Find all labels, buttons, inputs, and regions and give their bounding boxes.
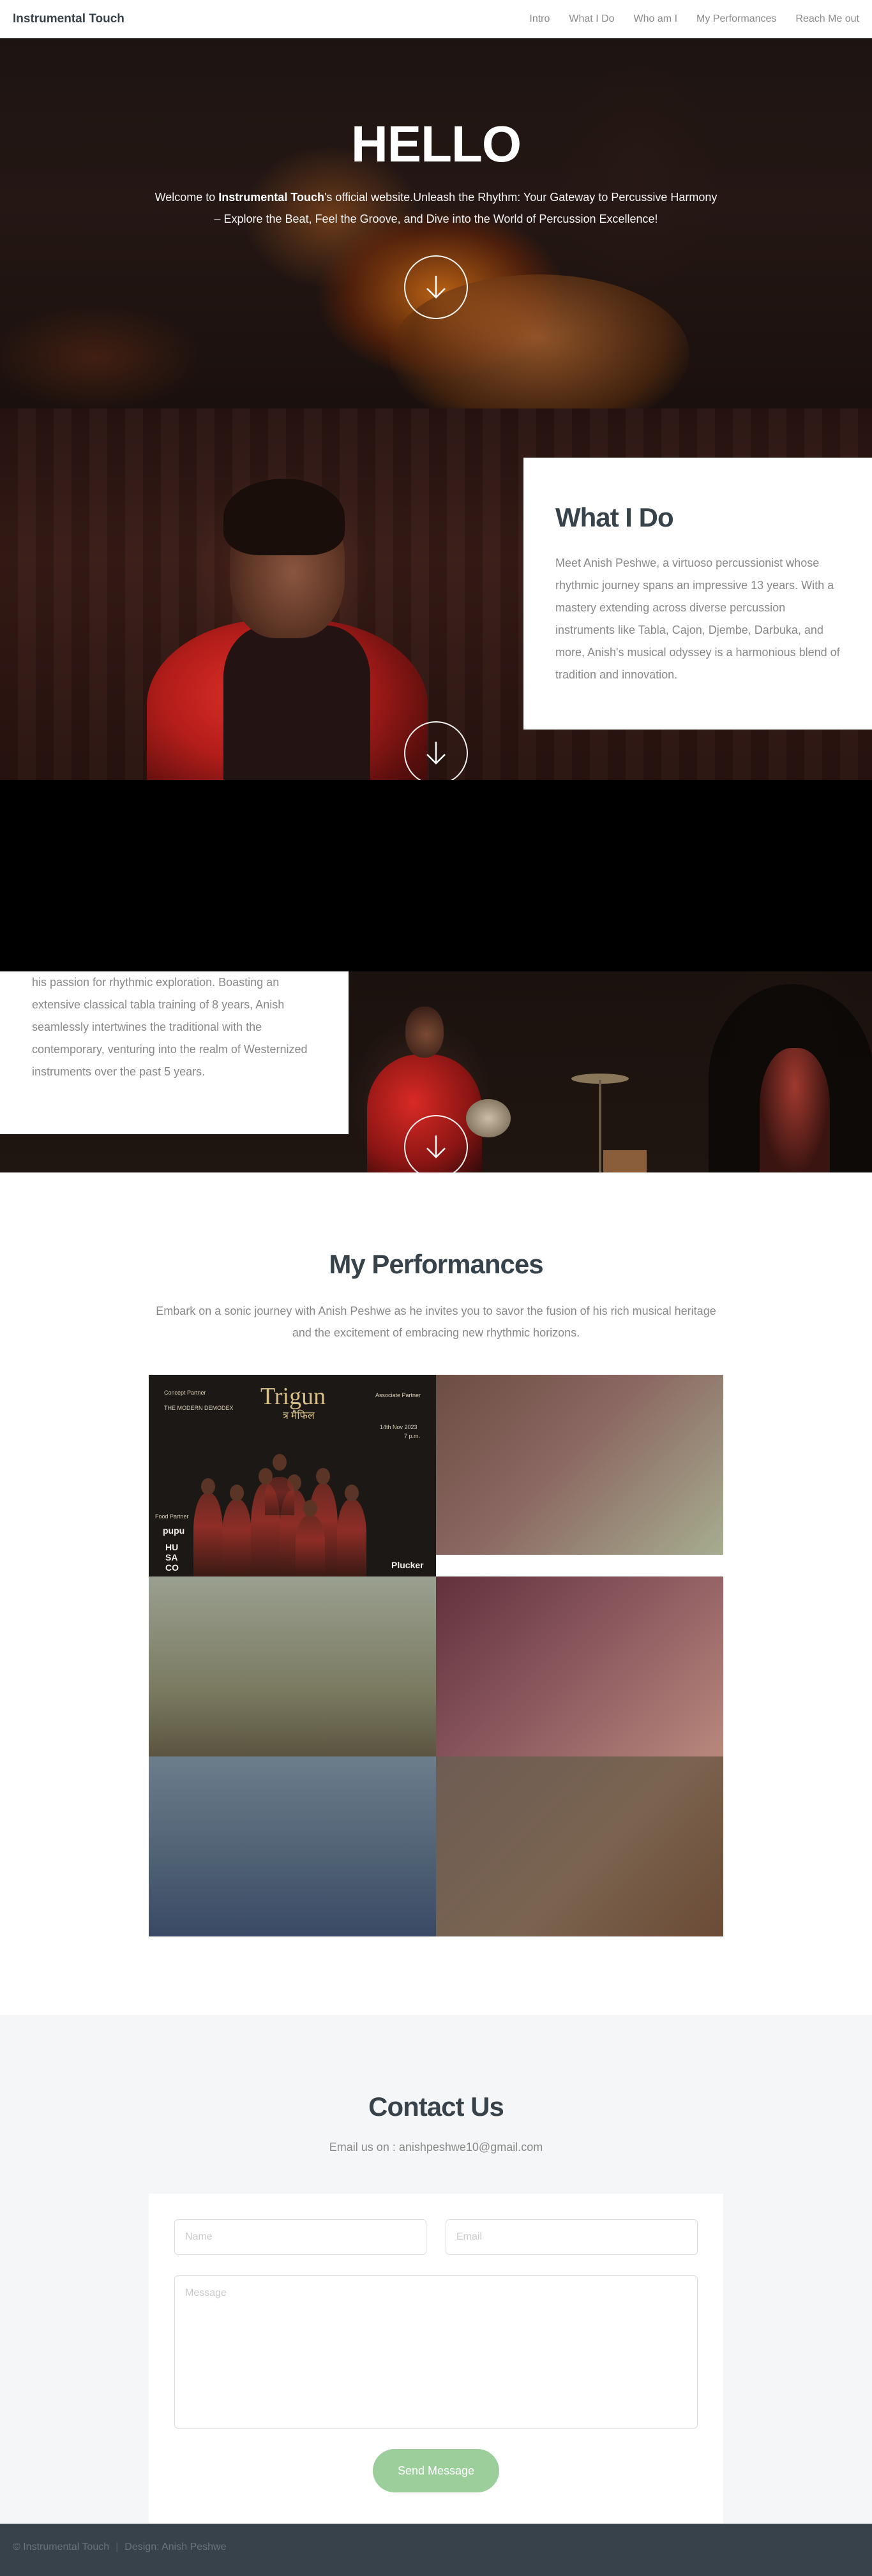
poster-concept-name: THE MODERN DEMODEX [164,1405,234,1411]
intro-section: HELLO Welcome to Instrumental Touch's of… [0,38,872,408]
gallery-image-3[interactable] [149,1576,436,1756]
gallery-poster-trigun[interactable]: Concept Partner THE MODERN DEMODEX Trigu… [149,1375,436,1576]
poster-date: 14th Nov 2023 [380,1424,417,1430]
who-am-i-section: Anish's dedication to the art of music i… [0,780,872,1172]
footer-copyright: © Instrumental Touch [13,2542,110,2552]
main-nav: Intro What I Do Who am I My Performances… [529,13,859,25]
performance-gallery: Concept Partner THE MODERN DEMODEX Trigu… [149,1375,723,1936]
poster-time: 7 p.m. [404,1433,421,1439]
nav-who-am-i[interactable]: Who am I [634,13,677,25]
gallery-image-2[interactable] [436,1375,723,1555]
footer-separator: | [116,2542,119,2552]
site-header: Instrumental Touch Intro What I Do Who a… [0,0,872,38]
what-i-do-section: What I Do Meet Anish Peshwe, a virtuoso … [0,408,872,780]
contact-form: Send Message [149,2194,723,2524]
contact-section: Contact Us Email us on : anishpeshwe10@g… [0,2015,872,2524]
performer-hair [223,479,345,555]
what-i-do-text: Meet Anish Peshwe, a virtuoso percussion… [555,557,840,681]
cajon-image [603,1150,647,1172]
nav-reach-me-out[interactable]: Reach Me out [795,13,859,25]
performances-section: My Performances Embark on a sonic journe… [0,1172,872,2015]
intro-title: HELLO [350,116,522,172]
poster-subtitle: त्र मैफिल [283,1411,315,1421]
section-overlay [0,780,872,971]
performer-vest [223,625,370,780]
gallery-image-4[interactable] [436,1576,723,1756]
scroll-down-button-2[interactable] [404,721,468,780]
nav-intro[interactable]: Intro [529,13,550,25]
send-message-button[interactable]: Send Message [373,2449,499,2492]
what-i-do-title: What I Do [555,502,674,532]
site-logo[interactable]: Instrumental Touch [13,12,124,26]
poster-logo-plucker: Plucker [391,1560,424,1570]
poster-food-partner: Food Partner [155,1513,189,1520]
arrow-down-icon [426,742,446,765]
what-i-do-card: What I Do Meet Anish Peshwe, a virtuoso … [523,458,872,730]
arrow-down-icon [426,1135,446,1158]
arrow-down-icon [426,276,446,299]
gallery-image-5[interactable] [149,1756,436,1936]
footer-design-credit: Design: Anish Peshwe [124,2542,227,2552]
cymbal-stand [599,1080,601,1172]
site-footer: © Instrumental Touch | Design: Anish Peshw… [0,2524,872,2576]
contact-email-line: Email us on : anishpeshwe10@gmail.com [329,2141,543,2153]
poster-logo-pupu: pupu [163,1525,185,1536]
scroll-down-button[interactable] [404,255,468,319]
nav-what-i-do[interactable]: What I Do [569,13,614,25]
stage-performer-head [405,1007,444,1058]
poster-associate: Associate Partner [375,1392,421,1398]
poster-title: Trigun [260,1383,326,1410]
poster-concept-partner: Concept Partner [164,1389,206,1396]
message-textarea[interactable] [174,2275,698,2429]
intro-brand: Instrumental Touch [218,191,324,204]
nav-my-performances[interactable]: My Performances [696,13,776,25]
performances-subtitle: Embark on a sonic journey with Anish Pes… [156,1305,716,1339]
tabla-image [466,1099,511,1137]
contact-title: Contact Us [368,2092,504,2122]
side-performer-image [760,1048,830,1172]
poster-group-photo [193,1439,385,1576]
email-input[interactable] [446,2219,698,2255]
poster-logo-husaco: HU SA CO [165,1542,179,1573]
performances-title: My Performances [329,1249,543,1279]
scroll-down-button-3[interactable] [404,1115,468,1172]
intro-text: Welcome to Instrumental Touch's official… [154,191,718,225]
gallery-image-6[interactable] [436,1756,723,1936]
name-input[interactable] [174,2219,426,2255]
